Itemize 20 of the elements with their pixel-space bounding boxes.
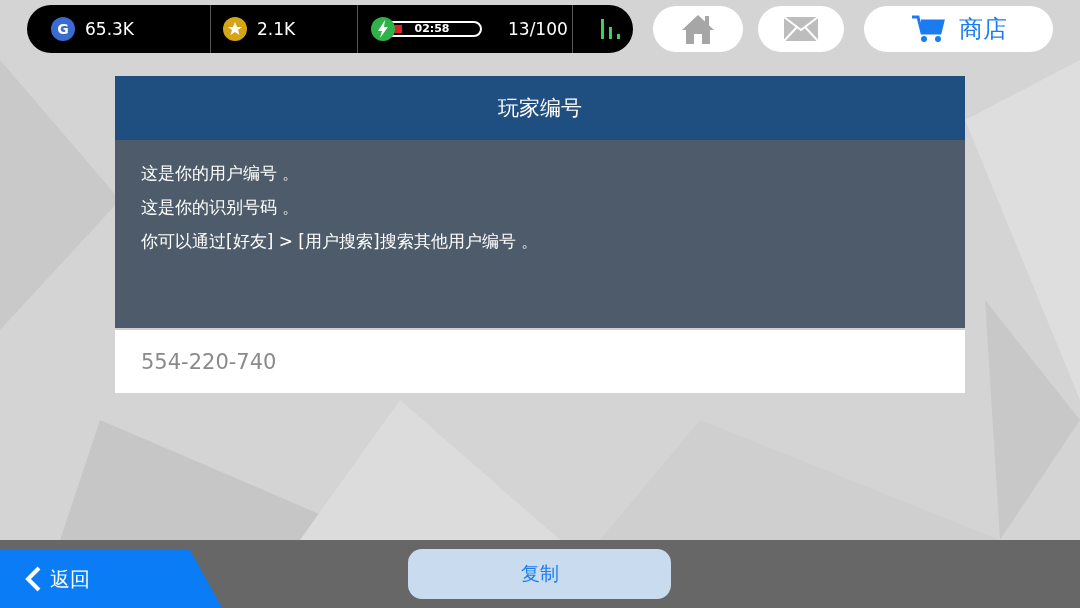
info-text: 你可以通过[好友] > [用户搜索]搜索其他用户编号 。 bbox=[141, 230, 539, 253]
energy-count: 13/100 bbox=[508, 19, 568, 39]
star-coin-icon bbox=[223, 17, 247, 41]
signal-bars-icon bbox=[601, 19, 623, 39]
gem-count: 65.3K bbox=[85, 19, 134, 39]
back-button[interactable]: 返回 bbox=[0, 550, 222, 608]
mail-button[interactable] bbox=[758, 6, 845, 52]
copy-button[interactable]: 复制 bbox=[408, 549, 671, 599]
shop-button[interactable]: 商店 bbox=[864, 6, 1053, 52]
lightning-icon bbox=[370, 16, 396, 42]
dialog-title: 玩家编号 bbox=[498, 95, 582, 122]
mail-icon bbox=[783, 16, 820, 42]
gem-icon: G bbox=[51, 17, 75, 41]
cart-icon bbox=[910, 14, 945, 44]
home-button[interactable] bbox=[653, 6, 744, 52]
info-text: 这是你的识别号码 。 bbox=[141, 196, 301, 219]
info-text: 这是你的用户编号 。 bbox=[141, 162, 301, 185]
coin-count: 2.1K bbox=[257, 19, 296, 39]
chevron-left-icon bbox=[24, 565, 42, 593]
player-id-field: 554-220-740 bbox=[115, 330, 965, 393]
